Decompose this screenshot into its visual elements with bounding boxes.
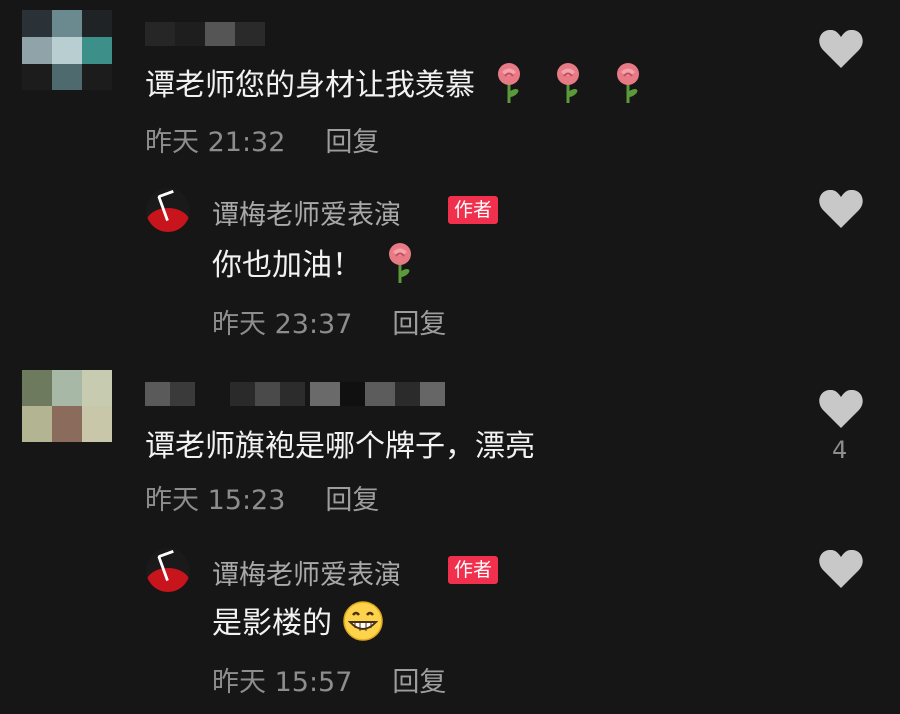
author-name[interactable]: 谭梅老师爱表演 [212,553,401,592]
reply-time: 昨天 15:57 [212,667,353,698]
username-redacted[interactable] [145,22,275,46]
comment-list: 谭老师您的身材让我羡慕 昨天 21:32 回复 谭梅老师爱表演 作者 你也加油！ [0,0,900,714]
reply-text: 是影楼的 [212,598,384,650]
author-badge: 作者 [448,556,499,584]
author-badge: 作者 [448,196,499,224]
reply-button[interactable]: 回复 [325,127,379,158]
author-name[interactable]: 谭梅老师爱表演 [212,193,401,232]
heart-icon[interactable] [818,28,864,70]
avatar[interactable] [146,548,190,592]
heart-icon[interactable] [818,188,864,230]
heart-icon[interactable] [818,548,864,590]
rose-emoji [491,61,527,113]
reply-time: 昨天 23:37 [212,309,353,340]
rose-emoji [610,61,646,113]
comment-meta: 昨天 15:23 回复 [145,478,379,517]
comment-time: 昨天 15:23 [145,485,286,516]
like-count: 4 [832,436,848,464]
reply-meta: 昨天 15:57 回复 [212,660,446,699]
comment-text: 谭老师您的身材让我羡慕 [145,60,646,113]
grinning-face-emoji [342,600,384,650]
reply-button[interactable]: 回复 [392,667,446,698]
avatar[interactable] [22,10,112,90]
username-redacted[interactable] [145,382,445,406]
comment-time: 昨天 21:32 [145,127,286,158]
avatar[interactable] [22,370,112,442]
reply-button[interactable]: 回复 [325,485,379,516]
rose-emoji [550,61,586,113]
avatar[interactable] [146,188,190,232]
heart-icon[interactable] [818,388,864,430]
comment-meta: 昨天 21:32 回复 [145,120,379,159]
reply-text: 你也加油！ [212,240,418,293]
reply-meta: 昨天 23:37 回复 [212,302,446,341]
comment-text: 谭老师旗袍是哪个牌子，漂亮 [145,429,535,464]
rose-emoji [382,241,418,293]
reply-button[interactable]: 回复 [392,309,446,340]
